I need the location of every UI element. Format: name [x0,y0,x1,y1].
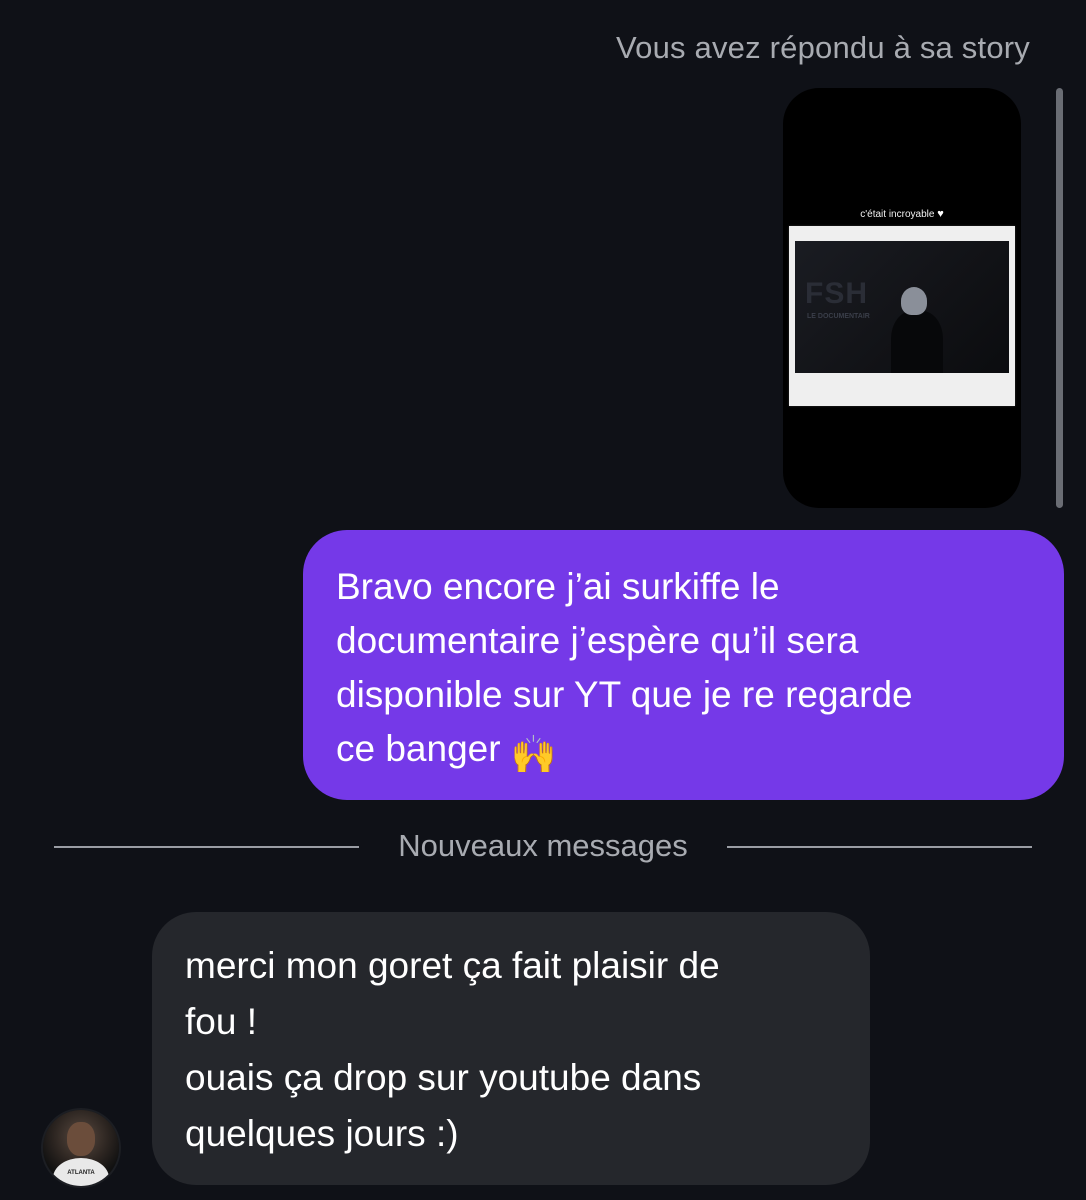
sent-line-1: Bravo encore j’ai surkiffe le [336,566,780,607]
avatar-shirt-text: ATLANTA [67,1170,95,1176]
sent-line-4-text: ce banger [336,728,501,769]
person-silhouette [891,311,943,373]
chat-thread: Vous avez répondu à sa story c'était inc… [0,0,1086,1200]
divider-left [54,846,359,848]
scrollbar[interactable] [1056,88,1063,508]
received-line-1: merci mon goret ça fait plaisir de [185,945,720,986]
story-caption-line: c'était incroyable ♥ [783,208,1021,220]
sent-message-bubble[interactable]: Bravo encore j’ai surkiffe le documentai… [303,530,1064,800]
story-photo: FSH LE DOCUMENTAIR [795,241,1009,373]
poster-title: FSH [805,277,868,310]
avatar-face [67,1122,95,1156]
avatar[interactable]: ATLANTA [43,1110,119,1186]
person-head [901,287,927,315]
new-messages-divider: Nouveaux messages [398,828,688,863]
story-caption-text: c'était incroyable [860,209,935,220]
polaroid-frame: FSH LE DOCUMENTAIR [789,226,1015,406]
divider-right [727,846,1032,848]
poster-subtitle: LE DOCUMENTAIR [807,313,870,320]
raising-hands-icon: 🙌 [510,734,557,775]
sent-line-2: documentaire j’espère qu’il sera [336,620,859,661]
sent-line-3: disponible sur YT que je re regarde [336,674,913,715]
heart-icon: ♥ [937,208,944,220]
received-line-4: quelques jours :) [185,1113,459,1154]
received-line-3: ouais ça drop sur youtube dans [185,1057,702,1098]
received-line-2: fou ! [185,1001,257,1042]
story-preview[interactable]: c'était incroyable ♥ FSH LE DOCUMENTAIR [783,88,1021,508]
sent-line-4: ce banger 🙌 [336,722,1034,782]
story-reply-caption: Vous avez répondu à sa story [615,30,1030,65]
received-message-bubble[interactable]: merci mon goret ça fait plaisir de fou !… [152,912,870,1185]
